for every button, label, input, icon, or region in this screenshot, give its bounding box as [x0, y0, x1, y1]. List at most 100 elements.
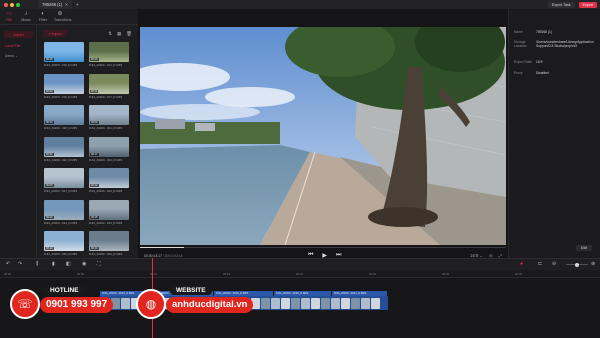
- thumbnail-caption: DJI4_20200...018_D.MP4: [44, 126, 78, 130]
- tool-file-label: File: [6, 18, 12, 22]
- media-thumbnail[interactable]: 00:25 DJI4_20200...010_D.MP4: [44, 42, 84, 67]
- undo-icon[interactable]: ↶: [6, 261, 10, 267]
- media-thumbnail[interactable]: 00:19 DJI4_20200...012_D.MP4: [89, 42, 129, 67]
- sidebar-import-button[interactable]: Import: [4, 31, 33, 38]
- duration-badge: 00:12: [90, 184, 99, 187]
- info-value: Disabled: [536, 71, 549, 75]
- sidebar-item-local-file[interactable]: Local File: [5, 44, 20, 48]
- close-window-button[interactable]: [4, 2, 8, 7]
- ruler-tick-label: 00:00: [4, 272, 11, 276]
- duration-badge: 00:17: [90, 152, 99, 156]
- speed-icon[interactable]: ◉: [82, 261, 86, 267]
- duration-badge: 00:10: [45, 247, 54, 250]
- thumbnail-image: 00:15: [89, 199, 129, 220]
- thumbnail-image: 00:20: [44, 199, 84, 220]
- clip-frame: [301, 297, 310, 309]
- media-thumbnail[interactable]: 00:13 DJI4_20200...036_D.MP4: [89, 231, 129, 256]
- thumbnail-image: 00:13: [89, 231, 129, 251]
- project-tab[interactable]: 789268 (1) ×: [38, 0, 72, 9]
- zoom-window-button[interactable]: [16, 2, 20, 7]
- edit-button[interactable]: Edit: [575, 245, 592, 251]
- tool-music-label: Music: [21, 18, 31, 22]
- media-thumbnail[interactable]: 00:11 DJI4_20200...017_D.MP4: [89, 73, 129, 99]
- phone-icon: ☏: [10, 289, 40, 319]
- media-thumbnail[interactable]: 00:31 DJI4_20200...022_D.MP4: [44, 136, 84, 162]
- video-preview[interactable]: [140, 27, 506, 245]
- zoom-slider-knob[interactable]: [575, 262, 579, 267]
- redo-icon[interactable]: ↷: [18, 261, 22, 267]
- media-import-button[interactable]: + Import: [43, 30, 67, 37]
- duration-badge: 00:14: [45, 121, 54, 124]
- website-banner: ◍ WEBSITE anhducdigital.vn: [136, 286, 266, 322]
- media-thumbnail[interactable]: 00:14 DJI4_20200...018_D.MP4: [44, 105, 84, 130]
- scrubber-progress: [140, 247, 184, 248]
- freeze-icon[interactable]: ◧: [66, 261, 71, 267]
- media-thumbnail[interactable]: 00:22 DJI4_20200...016_D.MP4: [44, 73, 84, 99]
- duration-badge: 00:20: [45, 215, 54, 219]
- duration-badge: 00:15: [90, 215, 99, 219]
- tool-transitions-label: Transitions: [54, 18, 72, 22]
- thumbnail-caption: DJI4_20200...027_D.MP4: [44, 189, 78, 193]
- thumbnail-caption: DJI4_20200...017_D.MP4: [89, 94, 123, 99]
- delete-icon[interactable]: 🗑: [126, 31, 132, 37]
- media-thumbnail[interactable]: 00:08 DJI4_20200...027_D.MP4: [44, 168, 84, 193]
- thumbnail-caption: DJI4_20200...016_D.MP4: [44, 94, 78, 99]
- delete-clip-icon[interactable]: ▮: [52, 261, 55, 267]
- media-thumbnail[interactable]: 00:15 DJI4_20200...033_D.MP4: [89, 199, 129, 225]
- grid-view-icon[interactable]: ▦: [117, 31, 121, 37]
- tool-file[interactable]: ▭ File: [3, 11, 15, 22]
- export-button[interactable]: Export: [578, 1, 597, 8]
- duration-badge: 00:31: [45, 152, 54, 156]
- timeline-toolbar: ↶ ↷ ⫼ ▮ ◧ ◉ ⛶ ● ⊏ ⊖ ⊕: [0, 258, 600, 270]
- thumbnail-caption: DJI4_20200...012_D.MP4: [89, 63, 123, 67]
- media-thumbnail[interactable]: 00:17 DJI4_20200...026_D.MP4: [89, 136, 129, 162]
- ruler-tick-label: 00:35: [515, 272, 522, 276]
- media-thumbnail[interactable]: 00:20 DJI4_20200...031_D.MP4: [44, 199, 84, 225]
- player-panel: 00:00:13:17 / 00:01:02:15 ⏮ ▶ ⏭ 16:9 ⌄ ◎…: [138, 9, 508, 259]
- clip-frame: [331, 297, 340, 309]
- clip-frame: [341, 297, 350, 309]
- tool-filter[interactable]: ◐ Filter: [37, 11, 49, 22]
- thumbnail-caption: DJI4_20200...036_D.MP4: [89, 252, 123, 256]
- info-value: 789268 (1): [536, 30, 552, 34]
- sidebar-item-demo-label: Demo: [5, 54, 15, 58]
- thumbnail-image: 00:10: [44, 231, 84, 251]
- media-thumbnail[interactable]: 00:10 DJI4_20200...035_D.MP4: [44, 231, 84, 256]
- thumbnail-caption: DJI4_20200...033_D.MP4: [89, 220, 123, 225]
- thumbnail-caption: DJI4_20200...030_D.MP4: [89, 189, 123, 193]
- playback-scrubber[interactable]: [140, 247, 506, 248]
- zoom-in-icon[interactable]: ⊕: [591, 261, 595, 267]
- split-icon[interactable]: ⫼: [36, 261, 38, 267]
- info-value: 16:9: [536, 60, 543, 64]
- duration-badge: 00:19: [90, 58, 99, 61]
- duration-badge: 00:13: [90, 247, 99, 250]
- info-row-storage: Storage Location /Users/wondershare/Libr…: [514, 40, 598, 48]
- clip-frame: [291, 297, 300, 309]
- website-url: anhducdigital.vn: [166, 297, 254, 313]
- magnet-icon[interactable]: ⊏: [538, 261, 542, 267]
- duration-badge: 00:11: [90, 89, 99, 93]
- thumbnail-caption: DJI4_20200...010_D.MP4: [44, 63, 78, 67]
- import-sidebar: Import Local File Demo ⌄: [0, 25, 37, 258]
- clip-frame: [361, 297, 370, 309]
- tool-music[interactable]: ♪ Music: [20, 11, 32, 22]
- title-bar: 789268 (1) × + Export Task Export: [0, 0, 600, 9]
- info-key: Export Ratio: [514, 60, 533, 64]
- media-thumbnail[interactable]: 00:09 DJI4_20200...021_D.MP4: [89, 105, 129, 130]
- tool-transitions[interactable]: ⊕ Transitions: [54, 11, 71, 22]
- sort-icon[interactable]: ⇅: [108, 31, 112, 37]
- close-tab-icon[interactable]: ×: [65, 2, 67, 7]
- clip-frame: [271, 297, 280, 309]
- duration-badge: 00:22: [45, 89, 54, 93]
- sidebar-item-demo[interactable]: Demo ⌄: [5, 54, 18, 58]
- export-task-button[interactable]: Export Task: [547, 1, 575, 8]
- ruler-tick-label: 00:25: [369, 272, 376, 276]
- media-thumbnail[interactable]: 00:12 DJI4_20200...030_D.MP4: [89, 168, 129, 193]
- new-tab-icon[interactable]: +: [76, 2, 79, 8]
- crop-icon[interactable]: ⛶: [97, 261, 101, 267]
- thumbnail-image: 00:11: [89, 73, 129, 94]
- zoom-out-icon[interactable]: ⊖: [552, 261, 556, 267]
- record-icon[interactable]: ●: [520, 261, 523, 267]
- zoom-slider[interactable]: [566, 262, 588, 267]
- minimize-window-button[interactable]: [10, 2, 14, 7]
